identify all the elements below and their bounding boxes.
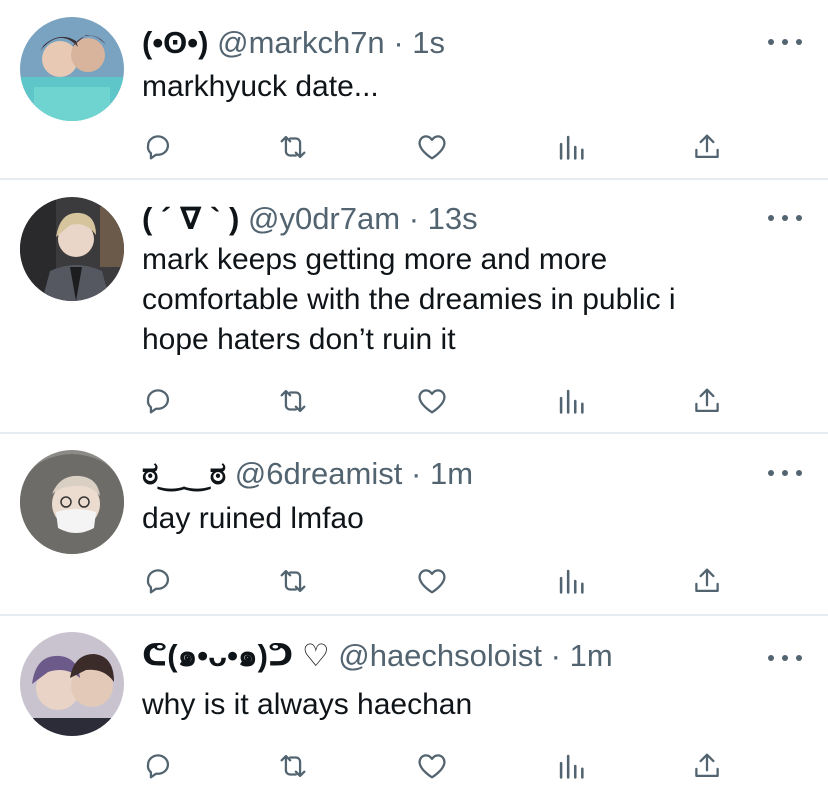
retweet-icon[interactable] xyxy=(276,130,310,164)
separator-dot: · xyxy=(411,456,422,491)
tweet-text-line: hope haters don’t ruin it xyxy=(142,323,456,356)
tweet-text: mark keeps getting more and more comfort… xyxy=(142,240,802,360)
tweet-text: day ruined lmfao xyxy=(142,499,802,539)
tweet[interactable]: ಠ‿‿ಠ @6dreamist · 1m day ruined lmfao xyxy=(0,434,828,616)
tweet-actions xyxy=(0,564,828,598)
more-options-icon[interactable] xyxy=(768,36,802,48)
timestamp[interactable]: 1s xyxy=(412,25,445,60)
timestamp[interactable]: 1m xyxy=(430,456,473,491)
analytics-icon[interactable] xyxy=(554,749,588,783)
tweet-text-line: day ruined lmfao xyxy=(142,502,364,535)
like-icon[interactable] xyxy=(415,749,449,783)
username-handle[interactable]: @y0dr7am xyxy=(248,201,400,236)
tweet[interactable]: ᕦ(๑•ᴗ•๑)ᕤ ♡ @haechsoloist · 1m why is it… xyxy=(0,616,828,799)
avatar[interactable] xyxy=(20,632,124,736)
timestamp[interactable]: 1m xyxy=(570,638,613,673)
display-name[interactable]: ᕦ(๑•ᴗ•๑)ᕤ ♡ xyxy=(142,638,330,673)
separator-dot: · xyxy=(550,638,561,673)
like-icon[interactable] xyxy=(415,564,449,598)
tweet-header: (•ʘ•) @markch7n · 1s xyxy=(142,24,768,62)
tweet-actions xyxy=(0,384,828,418)
reply-icon[interactable] xyxy=(141,749,175,783)
retweet-icon[interactable] xyxy=(276,384,310,418)
tweet-actions xyxy=(0,749,828,783)
avatar[interactable] xyxy=(20,197,124,301)
share-icon[interactable] xyxy=(690,384,724,418)
more-options-icon[interactable] xyxy=(768,652,802,664)
tweet-text: markhyuck date... xyxy=(142,67,802,107)
analytics-icon[interactable] xyxy=(554,384,588,418)
like-icon[interactable] xyxy=(415,384,449,418)
like-icon[interactable] xyxy=(415,130,449,164)
username-handle[interactable]: @markch7n xyxy=(217,25,385,60)
share-icon[interactable] xyxy=(690,749,724,783)
tweet-header: ᕦ(๑•ᴗ•๑)ᕤ ♡ @haechsoloist · 1m xyxy=(142,637,768,675)
tweet[interactable]: (•ʘ•) @markch7n · 1s markhyuck date... xyxy=(0,0,828,180)
tweet-actions xyxy=(0,130,828,164)
reply-icon[interactable] xyxy=(141,384,175,418)
share-icon[interactable] xyxy=(690,130,724,164)
retweet-icon[interactable] xyxy=(276,749,310,783)
tweet[interactable]: ( ´ ∇ ` ) @y0dr7am · 13s mark keeps gett… xyxy=(0,180,828,434)
reply-icon[interactable] xyxy=(141,130,175,164)
reply-icon[interactable] xyxy=(141,564,175,598)
separator-dot: · xyxy=(393,25,404,60)
analytics-icon[interactable] xyxy=(554,564,588,598)
tweet-header: ( ´ ∇ ` ) @y0dr7am · 13s xyxy=(142,200,768,238)
separator-dot: · xyxy=(408,201,420,236)
timestamp[interactable]: 13s xyxy=(428,201,478,236)
avatar[interactable] xyxy=(20,17,124,121)
tweet-text-line: why is it always haechan xyxy=(142,688,473,721)
display-name[interactable]: ( ´ ∇ ` ) xyxy=(142,201,239,236)
more-options-icon[interactable] xyxy=(768,467,802,479)
username-handle[interactable]: @6dreamist xyxy=(235,456,403,491)
tweet-text-line: comfortable with the dreamies in public … xyxy=(142,283,676,316)
analytics-icon[interactable] xyxy=(554,130,588,164)
share-icon[interactable] xyxy=(690,564,724,598)
display-name[interactable]: ಠ‿‿ಠ xyxy=(142,456,226,491)
tweet-text: why is it always haechan xyxy=(142,685,802,725)
tweet-text-line: mark keeps getting more and more xyxy=(142,243,608,276)
username-handle[interactable]: @haechsoloist xyxy=(338,638,542,673)
avatar[interactable] xyxy=(20,450,124,554)
tweet-text-line: markhyuck date... xyxy=(142,70,379,103)
retweet-icon[interactable] xyxy=(276,564,310,598)
more-options-icon[interactable] xyxy=(768,212,802,224)
display-name[interactable]: (•ʘ•) xyxy=(142,25,208,60)
tweet-header: ಠ‿‿ಠ @6dreamist · 1m xyxy=(142,455,768,493)
